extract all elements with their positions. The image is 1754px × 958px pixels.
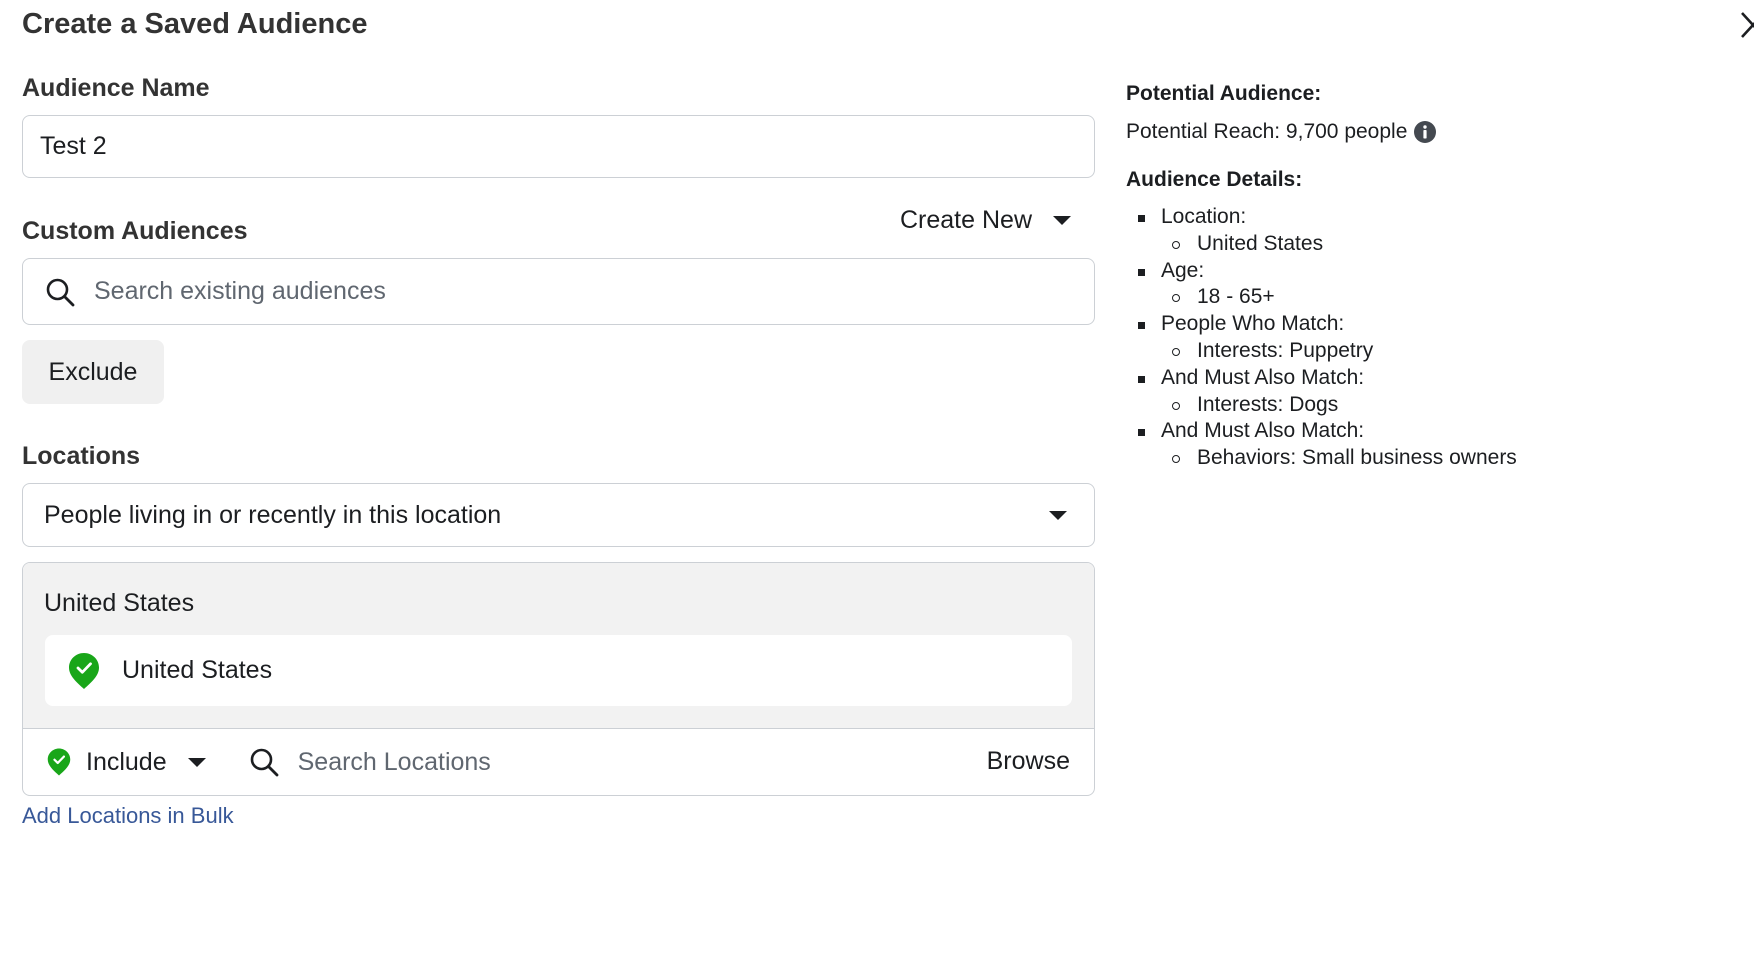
dialog-title: Create a Saved Audience xyxy=(22,8,368,40)
detail-label: Age: xyxy=(1161,258,1205,282)
custom-audiences-label: Custom Audiences xyxy=(22,217,248,245)
location-search-input[interactable] xyxy=(297,747,918,777)
info-icon[interactable] xyxy=(1414,121,1437,143)
custom-audience-search-input[interactable] xyxy=(94,277,994,306)
browse-button[interactable]: Browse xyxy=(987,747,1070,776)
selected-locations-area: United States United States xyxy=(23,563,1094,729)
caret-down-icon xyxy=(1049,510,1067,520)
location-item-label: United States xyxy=(122,656,273,684)
location-type-value: People living in or recently in this loc… xyxy=(44,500,502,529)
detail-subitem: Behaviors: Small business owners xyxy=(1161,445,1726,472)
audience-summary: Potential Audience: Potential Reach: 9,7… xyxy=(1126,82,1726,472)
custom-audience-search[interactable] xyxy=(22,258,1095,325)
audience-name-field[interactable]: Test 2 xyxy=(22,115,1095,178)
detail-label: People Who Match: xyxy=(1161,312,1345,336)
locations-panel: United States United States Include Br xyxy=(22,562,1095,796)
location-pin-check-icon xyxy=(47,748,71,776)
create-new-dropdown[interactable]: Create New xyxy=(900,206,1071,235)
detail-label: Location: xyxy=(1161,205,1247,228)
detail-item: Age: 18 - 65+ xyxy=(1126,258,1726,312)
detail-subitem: Interests: Dogs xyxy=(1161,392,1726,419)
potential-reach-row: Potential Reach: 9,700 people xyxy=(1126,120,1726,144)
detail-subitem: United States xyxy=(1161,231,1726,258)
include-label: Include xyxy=(86,747,167,776)
location-group-heading: United States xyxy=(44,589,195,617)
audience-name-label: Audience Name xyxy=(22,74,210,102)
detail-label: And Must Also Match: xyxy=(1161,419,1365,443)
caret-down-icon xyxy=(1053,216,1071,225)
audience-name-value: Test 2 xyxy=(40,132,107,160)
location-pin-check-icon xyxy=(69,652,99,689)
detail-item: And Must Also Match: Interests: Dogs xyxy=(1126,365,1726,419)
search-icon xyxy=(46,278,75,306)
location-search[interactable] xyxy=(249,747,918,777)
detail-item: Location: United States xyxy=(1126,204,1726,258)
detail-subitem: Interests: Puppetry xyxy=(1161,338,1726,365)
include-dropdown[interactable]: Include xyxy=(47,747,206,777)
create-new-label: Create New xyxy=(900,206,1032,234)
location-type-select[interactable]: People living in or recently in this loc… xyxy=(22,483,1095,547)
detail-subitem: 18 - 65+ xyxy=(1161,284,1726,311)
potential-audience-heading: Potential Audience: xyxy=(1126,82,1322,105)
search-icon xyxy=(250,748,279,777)
detail-item: And Must Also Match: Behaviors: Small bu… xyxy=(1126,418,1726,472)
locations-label: Locations xyxy=(22,442,141,470)
location-search-row: Include Browse xyxy=(23,729,1094,795)
close-icon xyxy=(1741,12,1754,38)
caret-down-icon xyxy=(187,757,206,767)
potential-reach-text: Potential Reach: 9,700 people xyxy=(1126,120,1408,143)
audience-details-heading: Audience Details: xyxy=(1126,168,1303,191)
exclude-button[interactable]: Exclude xyxy=(22,340,164,404)
audience-details-list: Location: United States Age: 18 - 65+ Pe… xyxy=(1126,204,1726,472)
detail-item: People Who Match: Interests: Puppetry xyxy=(1126,311,1726,365)
detail-label: And Must Also Match: xyxy=(1161,365,1365,389)
location-item[interactable]: United States xyxy=(45,635,1072,706)
add-locations-in-bulk-link[interactable]: Add Locations in Bulk xyxy=(22,803,234,829)
close-button[interactable] xyxy=(1740,10,1754,40)
